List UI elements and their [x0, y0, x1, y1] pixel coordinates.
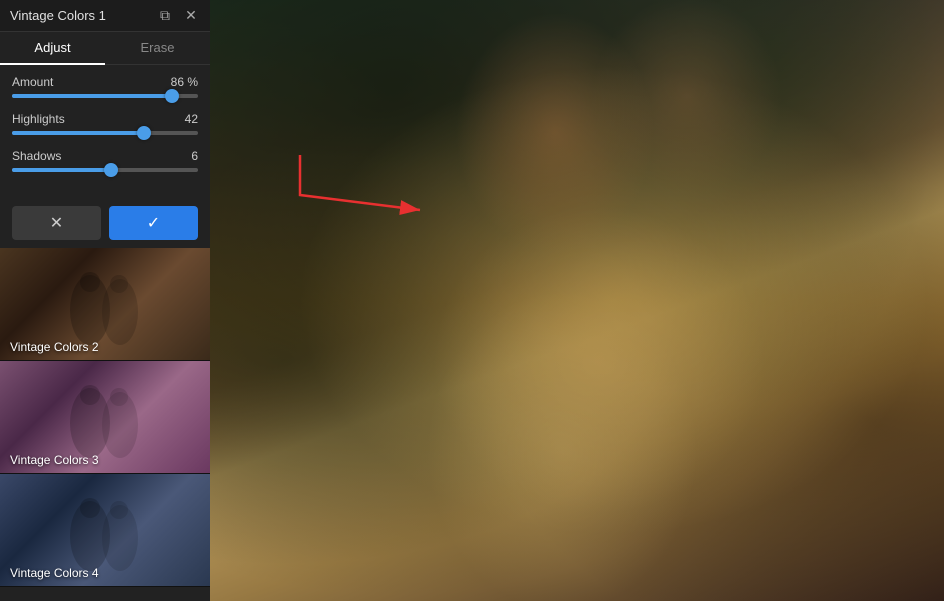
- amount-thumb[interactable]: [165, 89, 179, 103]
- highlights-value: 42: [185, 112, 198, 126]
- amount-slider-row: Amount 86 %: [12, 75, 198, 98]
- shadows-value: 6: [191, 149, 198, 163]
- panel-header: Vintage Colors 1 ⧉ ✕: [0, 0, 210, 32]
- amount-track[interactable]: [12, 94, 198, 98]
- highlights-label: Highlights: [12, 112, 65, 126]
- highlights-track[interactable]: [12, 131, 198, 135]
- vintage-tint-layer: [210, 0, 944, 601]
- confirm-button[interactable]: ✓: [109, 206, 198, 240]
- amount-label: Amount: [12, 75, 53, 89]
- main-photo: [210, 0, 944, 601]
- highlights-fill: [12, 131, 144, 135]
- shadows-label: Shadows: [12, 149, 61, 163]
- left-panel: Vintage Colors 1 ⧉ ✕ Adjust Erase Amount…: [0, 0, 210, 601]
- shadows-fill: [12, 168, 111, 172]
- sliders-area: Amount 86 % Highlights 42 Shadows 6: [0, 65, 210, 196]
- shadows-thumb[interactable]: [104, 163, 118, 177]
- tab-adjust[interactable]: Adjust: [0, 32, 105, 65]
- filter-item-vintage-4[interactable]: Vintage Colors 4: [0, 474, 210, 587]
- tabs: Adjust Erase: [0, 32, 210, 65]
- action-buttons: ✕ ✓: [0, 198, 210, 248]
- tab-erase[interactable]: Erase: [105, 32, 210, 64]
- cancel-button[interactable]: ✕: [12, 206, 101, 240]
- filter-label-2: Vintage Colors 2: [10, 340, 99, 354]
- shadows-slider-row: Shadows 6: [12, 149, 198, 172]
- highlights-slider-row: Highlights 42: [12, 112, 198, 135]
- panel-title: Vintage Colors 1: [10, 8, 156, 23]
- filter-label-4: Vintage Colors 4: [10, 566, 99, 580]
- shadows-track[interactable]: [12, 168, 198, 172]
- filter-item-vintage-3[interactable]: Vintage Colors 3: [0, 361, 210, 474]
- photo-background: [210, 0, 944, 601]
- confirm-icon: ✓: [147, 213, 160, 233]
- close-icon[interactable]: ✕: [182, 7, 200, 25]
- filter-list: Vintage Colors 2 Vintage Colors 3: [0, 248, 210, 601]
- cancel-icon: ✕: [50, 213, 63, 233]
- panel-header-icons: ⧉ ✕: [156, 7, 200, 25]
- filter-label-3: Vintage Colors 3: [10, 453, 99, 467]
- copy-icon[interactable]: ⧉: [156, 7, 174, 25]
- amount-value: 86 %: [171, 75, 198, 89]
- amount-fill: [12, 94, 172, 98]
- highlights-thumb[interactable]: [137, 126, 151, 140]
- filter-item-vintage-2[interactable]: Vintage Colors 2: [0, 248, 210, 361]
